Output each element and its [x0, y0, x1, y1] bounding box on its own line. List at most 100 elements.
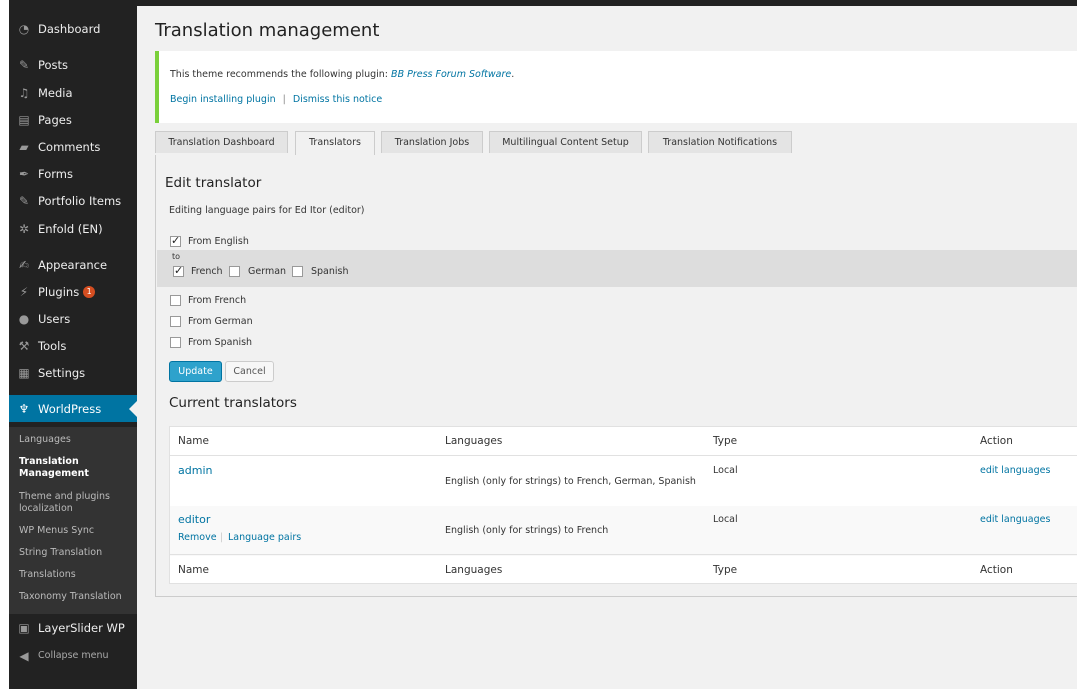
tab-translation-notifications[interactable]: Translation Notifications — [648, 131, 792, 153]
edit-languages-link[interactable]: edit languages — [980, 465, 1050, 476]
header-divider — [170, 455, 1077, 456]
menu-worldpress[interactable]: ♆ WorldPress — [9, 395, 137, 422]
row-action-separator: | — [220, 532, 224, 543]
translator-languages: English (only for strings) to French, Ge… — [445, 476, 696, 487]
menu-layerslider[interactable]: ▣ LayerSlider WP — [9, 614, 137, 641]
to-german-checkbox[interactable] — [229, 266, 240, 277]
menu-label: Comments — [38, 139, 101, 154]
menu-label: Enfold (EN) — [38, 221, 103, 236]
menu-label: LayerSlider WP — [38, 620, 125, 635]
notice-period: . — [511, 69, 515, 80]
submenu-wp-menus-sync[interactable]: WP Menus Sync — [19, 525, 134, 537]
cancel-button[interactable]: Cancel — [225, 361, 274, 382]
from-french-label: From French — [188, 295, 247, 306]
update-count-badge: 1 — [83, 285, 96, 298]
user-icon: ● — [18, 311, 30, 326]
pages-icon: ▤ — [18, 112, 30, 127]
menu-pages[interactable]: ▤ Pages — [9, 106, 137, 133]
comment-icon: ▰ — [19, 139, 29, 154]
submenu-theme-plugins-localization[interactable]: Theme and plugins localization — [19, 491, 134, 515]
menu-dashboard[interactable]: ◔ Dashboard — [9, 15, 137, 42]
menu-users[interactable]: ● Users — [9, 305, 137, 332]
menu-media[interactable]: ♫ Media — [9, 79, 137, 106]
pin-icon: ✎ — [18, 57, 30, 72]
menu-posts[interactable]: ✎ Posts — [9, 51, 137, 78]
translator-name-admin[interactable]: admin — [178, 464, 212, 477]
admin-sidebar: ◔ Dashboard ✎ Posts ♫ Media ▤ Pages ▰ Co… — [9, 6, 137, 689]
submenu-taxonomy-translation[interactable]: Taxonomy Translation — [19, 591, 134, 603]
from-french-checkbox[interactable] — [170, 295, 181, 306]
menu-label: Forms — [38, 166, 73, 181]
menu-plugins[interactable]: ⚡ Plugins 1 — [9, 278, 137, 305]
footer-divider — [170, 554, 1077, 555]
menu-tools[interactable]: ⚒ Tools — [9, 332, 137, 359]
menu-comments[interactable]: ▰ Comments — [9, 133, 137, 160]
collapse-menu[interactable]: ◀ Collapse menu — [9, 642, 137, 669]
submenu-translations[interactable]: Translations — [19, 569, 134, 581]
translators-panel: Edit translator Editing language pairs f… — [155, 155, 1077, 597]
menu-label: Users — [38, 311, 71, 326]
submenu-languages[interactable]: Languages — [19, 434, 134, 446]
menu-label: Media — [38, 85, 73, 100]
begin-installing-link[interactable]: Begin installing plugin — [170, 94, 276, 105]
tab-multilingual-content-setup[interactable]: Multilingual Content Setup — [489, 131, 642, 153]
window-edge — [0, 0, 9, 689]
menu-settings[interactable]: ▦ Settings — [9, 359, 137, 386]
menu-appearance[interactable]: ✍ Appearance — [9, 251, 137, 278]
media-icon: ♫ — [18, 85, 30, 100]
to-label: to — [172, 252, 181, 261]
column-footer-languages: Languages — [445, 564, 503, 576]
from-english-checkbox[interactable] — [170, 234, 181, 247]
tab-translation-jobs[interactable]: Translation Jobs — [381, 131, 483, 153]
translator-name-editor[interactable]: editor — [178, 513, 210, 526]
settings-icon: ▦ — [18, 365, 30, 380]
language-pair-targets: to French German Spanish — [157, 250, 1077, 287]
menu-forms[interactable]: ✒ Forms — [9, 160, 137, 187]
feather-icon: ✒ — [18, 166, 30, 181]
plug-icon: ⚡ — [19, 284, 29, 299]
to-spanish-label: Spanish — [311, 266, 349, 277]
menu-label: Dashboard — [38, 21, 101, 36]
dismiss-notice-link[interactable]: Dismiss this notice — [293, 94, 382, 105]
editing-subtitle: Editing language pairs for Ed Itor (edit… — [169, 205, 365, 216]
menu-enfold[interactable]: ✲ Enfold (EN) — [9, 215, 137, 242]
translators-table: Name Languages Type Action admin English… — [169, 426, 1077, 584]
edit-languages-link[interactable]: edit languages — [980, 514, 1050, 525]
remove-translator-link[interactable]: Remove — [178, 532, 217, 543]
to-spanish-checkbox[interactable] — [292, 266, 303, 277]
menu-portfolio-items[interactable]: ✎ Portfolio Items — [9, 187, 137, 214]
column-footer-name: Name — [178, 564, 209, 576]
collapse-icon: ◀ — [19, 648, 29, 663]
tab-translators[interactable]: Translators — [295, 131, 375, 155]
menu-label: WorldPress — [38, 401, 102, 416]
wpml-icon: ♆ — [18, 401, 30, 416]
notice-separator: | — [282, 94, 286, 105]
submenu-translation-management[interactable]: Translation Management — [19, 456, 134, 480]
recommended-plugin-link[interactable]: BB Press Forum Software — [391, 69, 511, 80]
translator-type: Local — [713, 514, 738, 525]
wrench-icon: ⚒ — [18, 338, 30, 353]
update-button[interactable]: Update — [169, 361, 222, 382]
brush-icon: ✍ — [18, 257, 30, 272]
notice-actions: Begin installing plugin | Dismiss this n… — [170, 94, 382, 105]
from-german-checkbox[interactable] — [170, 316, 181, 327]
menu-label: Plugins — [38, 284, 80, 299]
tab-bar: Translation Dashboard Translators Transl… — [155, 131, 1077, 156]
menu-label: Appearance — [38, 257, 108, 272]
menu-label: Settings — [38, 365, 86, 380]
from-spanish-checkbox[interactable] — [170, 337, 181, 348]
collapse-label: Collapse menu — [38, 650, 109, 661]
column-footer-type: Type — [713, 564, 738, 576]
to-french-checkbox[interactable] — [173, 264, 184, 277]
edit-translator-heading: Edit translator — [165, 175, 262, 191]
worldpress-submenu: Languages Translation Management Theme a… — [9, 427, 137, 614]
menu-label: Portfolio Items — [38, 193, 122, 208]
tab-translation-dashboard[interactable]: Translation Dashboard — [155, 131, 288, 153]
menu-label: Tools — [38, 338, 67, 353]
menu-label: Posts — [38, 57, 69, 72]
column-footer-action: Action — [980, 564, 1013, 576]
language-pairs-link[interactable]: Language pairs — [228, 532, 301, 543]
column-header-name: Name — [178, 435, 209, 447]
notice-message: This theme recommends the following plug… — [170, 69, 514, 80]
submenu-string-translation[interactable]: String Translation — [19, 547, 134, 559]
